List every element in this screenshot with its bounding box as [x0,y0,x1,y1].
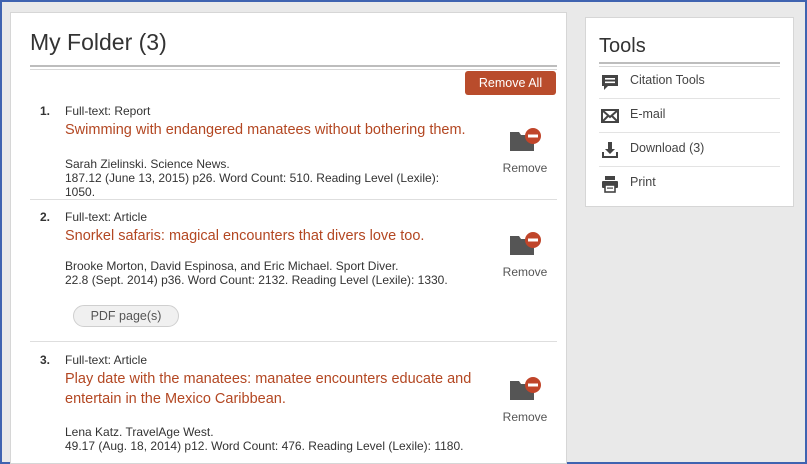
item-authors: Brooke Morton, David Espinosa, and Eric … [65,259,399,273]
title-rule [30,65,557,67]
remove-button[interactable]: Remove [495,230,555,279]
item-details: 49.17 (Aug. 18, 2014) p12. Word Count: 4… [65,439,464,453]
list-item: 2. Full-text: Article Snorkel safaris: m… [30,210,555,340]
email-link[interactable]: E-mail [599,99,780,132]
tools-panel: Tools Citation Tools E-mail Download (3) [585,17,794,207]
page-title: My Folder (3) [30,29,167,55]
email-icon [601,109,619,123]
tools-rule [599,62,780,64]
tool-label: Print [630,175,656,189]
item-details: 22.8 (Sept. 2014) p36. Word Count: 2132.… [65,273,448,287]
item-type: Full-text: Article [65,353,148,367]
list-item: 1. Full-text: Report Swimming with endan… [30,104,555,204]
item-divider [30,341,557,342]
remove-button[interactable]: Remove [495,375,555,424]
remove-folder-icon [510,377,541,400]
item-authors: Sarah Zielinski. Science News. [65,157,230,171]
tool-label: E-mail [630,107,666,121]
item-title-link[interactable]: Play date with the manatees: manatee enc… [65,369,485,409]
download-icon [602,142,618,158]
item-type: Full-text: Article [65,210,148,224]
item-number: 1. [40,104,51,118]
pdf-pages-button[interactable]: PDF page(s) [73,305,179,327]
folder-panel: My Folder (3) Remove All 1. Full-text: R… [10,12,567,464]
citation-icon [602,75,618,90]
item-number: 2. [40,210,51,224]
remove-folder-icon [510,232,541,255]
item-authors: Lena Katz. TravelAge West. [65,425,214,439]
item-details: 187.12 (June 13, 2015) p26. Word Count: … [65,171,440,199]
remove-all-button[interactable]: Remove All [465,71,556,95]
remove-button[interactable]: Remove [495,126,555,175]
remove-label: Remove [502,161,548,175]
item-divider [30,199,557,200]
item-title-link[interactable]: Swimming with endangered manatees withou… [65,120,485,140]
remove-label: Remove [502,265,548,279]
item-type: Full-text: Report [65,104,151,118]
item-number: 3. [40,353,51,367]
title-rule-thin [30,69,557,70]
tool-label: Citation Tools [630,73,705,87]
print-link[interactable]: Print [599,167,780,200]
print-icon [602,176,618,193]
tools-title: Tools [599,35,646,57]
list-item: 3. Full-text: Article Play date with the… [30,353,555,458]
item-title-link[interactable]: Snorkel safaris: magical encounters that… [65,226,485,246]
download-link[interactable]: Download (3) [599,133,780,166]
citation-tools-link[interactable]: Citation Tools [599,65,780,98]
remove-folder-icon [510,128,541,151]
tool-label: Download (3) [630,141,705,155]
remove-label: Remove [502,410,548,424]
